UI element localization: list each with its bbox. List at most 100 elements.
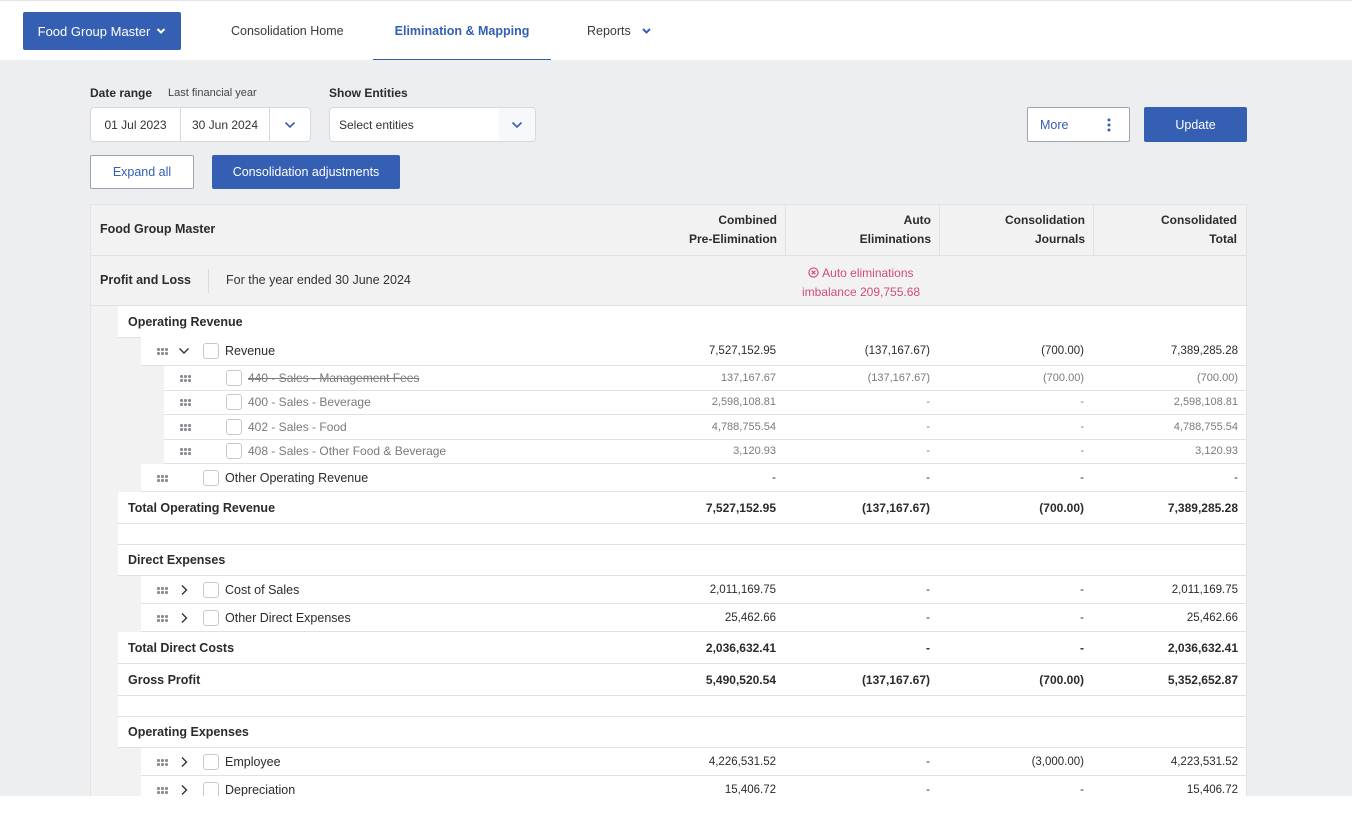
account-row[interactable]: 400 - Sales - Beverage 2,598,108.81 - - 2,59… [164,390,1246,415]
date-range-picker: 01 Jul 2023 30 Jun 2024 [90,107,311,142]
chevron-down-icon [511,121,523,128]
chevron-down-icon [157,28,166,34]
drag-handle-icon[interactable] [180,448,191,456]
cell-auto-eliminations: - [926,783,930,796]
row-checkbox[interactable] [203,753,219,770]
column-header-line: Journals [1034,232,1085,246]
cell-consolidation-journals: - [1080,583,1084,596]
statement-period: For the year ended 30 June 2024 [226,273,411,287]
cell-auto-eliminations: (137,167.67) [861,672,930,687]
expand-row-button[interactable] [177,611,191,625]
drag-handle-icon[interactable] [180,374,191,382]
entities-dropdown-button[interactable] [499,108,535,141]
tab-elimination-mapping[interactable]: Elimination & Mapping [373,1,551,61]
consolidation-report-table: Food Group Master Combined Pre-Eliminati… [90,204,1247,796]
expand-row-button[interactable] [177,755,191,769]
cell-combined: 5,490,520.54 [705,672,776,687]
drag-handle-icon[interactable] [180,423,191,431]
expand-row-button[interactable] [177,783,191,797]
show-entities-label: Show Entities [329,86,408,100]
row-label-402-sales-food: 402 - Sales - Food [248,419,347,434]
elimination-imbalance-warning[interactable]: Auto eliminations imbalance 209,755.68 [781,264,941,302]
spacer-row [118,696,1246,717]
row-checkbox[interactable] [203,581,219,598]
total-row: Total Direct Costs 2,036,632.41 - - 2,036,63… [118,632,1246,664]
date-range-preset: Last financial year [168,87,257,99]
cell-combined: 3,120.93 [733,445,776,458]
cell-combined: 137,167.67 [720,371,776,384]
group-row[interactable]: Employee 4,226,531.52 - (3,000.00) 4,223,531… [141,748,1246,776]
row-checkbox[interactable] [203,609,219,626]
entities-placeholder: Select entities [339,117,414,132]
cell-combined: 2,598,108.81 [711,396,776,409]
more-label: More [1040,117,1069,132]
expand-row-button[interactable] [177,583,191,597]
row-checkbox[interactable] [203,781,219,796]
group-row[interactable]: Depreciation 15,406.72 - - 15,406.72 [141,776,1246,796]
cell-consolidation-journals: - [1080,396,1084,409]
row-checkbox[interactable] [226,369,242,386]
expand-all-button[interactable]: Expand all [90,155,194,189]
cell-combined: 15,406.72 [724,783,776,796]
row-label-depreciation: Depreciation [225,782,296,797]
drag-handle-icon[interactable] [157,586,168,594]
cell-consolidation-journals: - [1080,611,1084,624]
statement-subheader: Profit and Loss For the year ended 30 Ju… [91,256,1246,306]
row-label-operating-expenses: Operating Expenses [128,725,249,739]
column-header-line: Auto [903,213,931,227]
warning-text: Auto eliminations [822,266,914,280]
cell-consolidation-journals: - [1080,471,1084,484]
section-header-row: Operating Expenses [118,717,1246,748]
row-label-employee: Employee [225,754,281,769]
tab-consolidation-home[interactable]: Consolidation Home [231,1,351,61]
spacer-row [118,524,1246,545]
row-checkbox[interactable] [203,343,219,359]
group-row[interactable]: Other Operating Revenue - - - - [141,464,1246,492]
total-row: Total Operating Revenue 7,527,152.95 (137,… [118,492,1246,524]
organization-switcher-button[interactable]: Food Group Master [23,12,181,50]
column-header-line: Total [1209,232,1237,246]
cell-consolidated-total: 25,462.66 [1186,611,1238,624]
account-row[interactable]: 402 - Sales - Food 4,788,755.54 - - 4,788,75… [164,415,1246,440]
drag-handle-icon[interactable] [157,474,168,482]
chevron-right-icon [181,784,188,795]
row-label-408-sales-other-food-beverage: 408 - Sales - Other Food & Beverage [248,444,447,459]
row-label-cost-of-sales: Cost of Sales [225,582,300,597]
drag-handle-icon[interactable] [157,758,168,766]
end-date-field[interactable]: 30 Jun 2024 [181,108,270,141]
drag-handle-icon[interactable] [157,786,168,794]
group-row[interactable]: Revenue 7,527,152.95 (137,167.67) (700.00) 7… [141,337,1246,366]
page-footer-area [0,796,1352,836]
cell-auto-eliminations: (137,167.67) [867,371,930,384]
cell-combined: 25,462.66 [724,611,776,624]
consolidation-adjustments-button[interactable]: Consolidation adjustments [212,155,400,189]
row-checkbox[interactable] [226,394,242,411]
row-checkbox[interactable] [203,469,219,486]
account-row[interactable]: 408 - Sales - Other Food & Beverage 3,120… [164,439,1246,464]
organization-name: Food Group Master [37,23,151,39]
cell-consolidated-total: 2,036,632.41 [1167,640,1238,655]
cell-consolidated-total: (700.00) [1197,371,1238,384]
tab-reports[interactable]: Reports [587,1,652,61]
date-range-dropdown-button[interactable] [270,108,310,141]
cell-auto-eliminations: - [926,420,930,433]
cell-auto-eliminations: (137,167.67) [861,500,930,515]
start-date-field[interactable]: 01 Jul 2023 [91,108,181,141]
more-button[interactable]: More [1027,107,1130,142]
update-button[interactable]: Update [1144,107,1247,142]
chevron-right-icon [181,612,188,623]
drag-handle-icon[interactable] [157,348,168,355]
group-row[interactable]: Cost of Sales 2,011,169.75 - - 2,011,169.75 [141,576,1246,604]
collapse-row-button[interactable] [177,344,191,358]
drag-handle-icon[interactable] [180,399,191,407]
cell-consolidation-journals: - [1080,420,1084,433]
group-row[interactable]: Other Direct Expenses 25,462.66 - - 25,462.6… [141,604,1246,632]
row-checkbox[interactable] [226,443,242,460]
row-checkbox[interactable] [226,418,242,435]
column-header-consolidation-journals: Consolidation Journals [939,205,1094,255]
account-row[interactable]: 440 - Sales - Management Fees 137,167.67 (… [164,366,1246,391]
cell-consolidated-total: 4,788,755.54 [1173,420,1238,433]
drag-handle-icon[interactable] [157,614,168,622]
error-circle-icon [808,267,820,278]
entities-select[interactable]: Select entities [329,107,536,142]
